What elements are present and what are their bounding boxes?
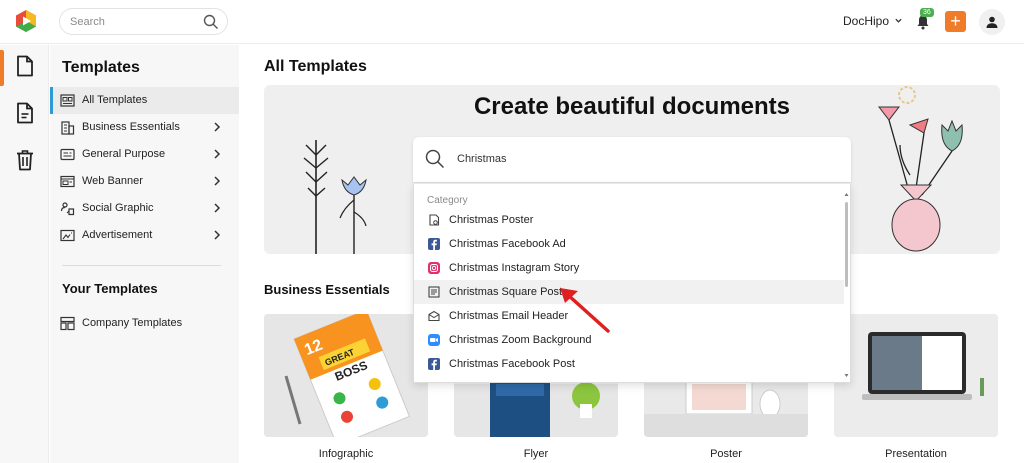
- your-templates-title: Your Templates: [62, 281, 158, 296]
- suggestion-christmas-zoom-background[interactable]: Christmas Zoom Background: [414, 328, 844, 352]
- search-suggestions-dropdown: Category Christmas Poster Christmas Face…: [413, 183, 851, 383]
- infographic-thumbnail: 12 GREAT BOSS: [264, 314, 428, 437]
- templates-sidebar: Templates All Templates Business Essenti…: [50, 45, 239, 463]
- suggestion-label: Christmas Facebook Post: [449, 358, 575, 370]
- general-purpose-icon: [60, 147, 75, 162]
- suggestion-christmas-square-post[interactable]: Christmas Square Post: [414, 280, 844, 304]
- card-label: Presentation: [885, 448, 947, 460]
- chevron-down-icon: [894, 14, 903, 28]
- web-banner-icon: [60, 174, 75, 189]
- search-icon: [425, 149, 445, 174]
- card-label: Poster: [710, 448, 742, 460]
- left-rail: [0, 45, 49, 463]
- sidebar-item-company-templates[interactable]: Company Templates: [50, 310, 239, 337]
- suggestion-label: Christmas Instagram Story: [449, 262, 580, 274]
- template-card-presentation[interactable]: [834, 314, 998, 437]
- square-post-icon: [428, 286, 440, 298]
- card-label: Flyer: [523, 448, 549, 460]
- suggestion-christmas-email-header[interactable]: Christmas Email Header: [414, 304, 844, 328]
- sidebar-item-label: Web Banner: [82, 175, 143, 187]
- rail-trash-button[interactable]: [0, 142, 49, 182]
- template-card-infographic[interactable]: 12 GREAT BOSS: [264, 314, 428, 437]
- grid-template-icon: [60, 93, 75, 108]
- facebook-icon: [428, 238, 440, 250]
- poster-icon: [428, 214, 440, 226]
- sidebar-divider: [62, 265, 221, 266]
- company-templates-icon: [60, 316, 75, 331]
- notification-count-badge: 36: [920, 8, 934, 17]
- sidebar-item-all-templates[interactable]: All Templates: [50, 87, 239, 114]
- scrollbar-thumb[interactable]: [845, 202, 848, 287]
- dochipo-logo[interactable]: [14, 9, 38, 33]
- advertisement-icon: [60, 228, 75, 243]
- sidebar-item-social-graphic[interactable]: Social Graphic: [50, 195, 239, 222]
- sidebar-item-general-purpose[interactable]: General Purpose: [50, 141, 239, 168]
- plant-illustration-left: [303, 140, 367, 254]
- suggestion-christmas-poster[interactable]: Christmas Poster: [414, 208, 844, 232]
- text-document-icon: [15, 102, 35, 129]
- sidebar-item-label: Social Graphic: [82, 202, 154, 214]
- category-heading: Category: [427, 195, 468, 206]
- create-new-button[interactable]: +: [945, 11, 966, 32]
- chevron-right-icon: [213, 202, 221, 217]
- card-label: Infographic: [318, 448, 374, 460]
- suggestion-label: Christmas Facebook Ad: [449, 238, 566, 250]
- rail-templates-button[interactable]: [0, 48, 49, 88]
- search-input[interactable]: [70, 14, 190, 30]
- building-icon: [60, 120, 75, 135]
- workspace-menu[interactable]: DocHipo: [843, 14, 903, 28]
- template-search-box[interactable]: [413, 137, 851, 182]
- chevron-right-icon: [213, 121, 221, 136]
- email-icon: [428, 310, 440, 322]
- presentation-thumbnail: [834, 314, 998, 437]
- workspace-name: DocHipo: [843, 14, 890, 28]
- vase-illustration-right: [877, 86, 963, 252]
- search-icon[interactable]: [203, 14, 219, 35]
- page-title: All Templates: [264, 58, 367, 75]
- chevron-right-icon: [213, 175, 221, 190]
- sidebar-item-business-essentials[interactable]: Business Essentials: [50, 114, 239, 141]
- social-graphic-icon: [60, 201, 75, 216]
- suggestion-label: Christmas Poster: [449, 214, 534, 226]
- zoom-icon: [428, 334, 440, 346]
- template-search-input[interactable]: [457, 151, 817, 167]
- sidebar-item-label: All Templates: [82, 94, 148, 106]
- chevron-right-icon: [213, 148, 221, 163]
- user-avatar[interactable]: [979, 9, 1005, 35]
- user-icon: [986, 16, 998, 28]
- annotation-arrow-icon: [560, 288, 610, 333]
- suggestion-christmas-facebook-ad[interactable]: Christmas Facebook Ad: [414, 232, 844, 256]
- top-bar: DocHipo 36 +: [0, 0, 1024, 44]
- sidebar-item-web-banner[interactable]: Web Banner: [50, 168, 239, 195]
- rail-designs-button[interactable]: [0, 95, 49, 135]
- sidebar-item-label: Business Essentials: [82, 121, 180, 133]
- suggestion-christmas-instagram-story[interactable]: Christmas Instagram Story: [414, 256, 844, 280]
- sidebar-title: Templates: [62, 59, 140, 76]
- suggestion-label: Christmas Square Post: [449, 286, 563, 298]
- sidebar-item-label: General Purpose: [82, 148, 166, 160]
- sidebar-item-label: Advertisement: [82, 229, 153, 241]
- facebook-icon: [428, 358, 440, 370]
- chevron-right-icon: [213, 229, 221, 244]
- section-title-business-essentials: Business Essentials: [264, 282, 390, 297]
- sidebar-item-label: Company Templates: [82, 317, 183, 329]
- sidebar-item-advertisement[interactable]: Advertisement: [50, 222, 239, 249]
- global-search[interactable]: [59, 8, 228, 35]
- suggestion-christmas-facebook-post[interactable]: Christmas Facebook Post: [414, 352, 844, 376]
- instagram-icon: [428, 262, 440, 274]
- trash-icon: [15, 149, 35, 176]
- document-icon: [15, 55, 35, 82]
- suggestion-label: Christmas Email Header: [449, 310, 569, 322]
- notification-bell-icon[interactable]: [916, 14, 930, 35]
